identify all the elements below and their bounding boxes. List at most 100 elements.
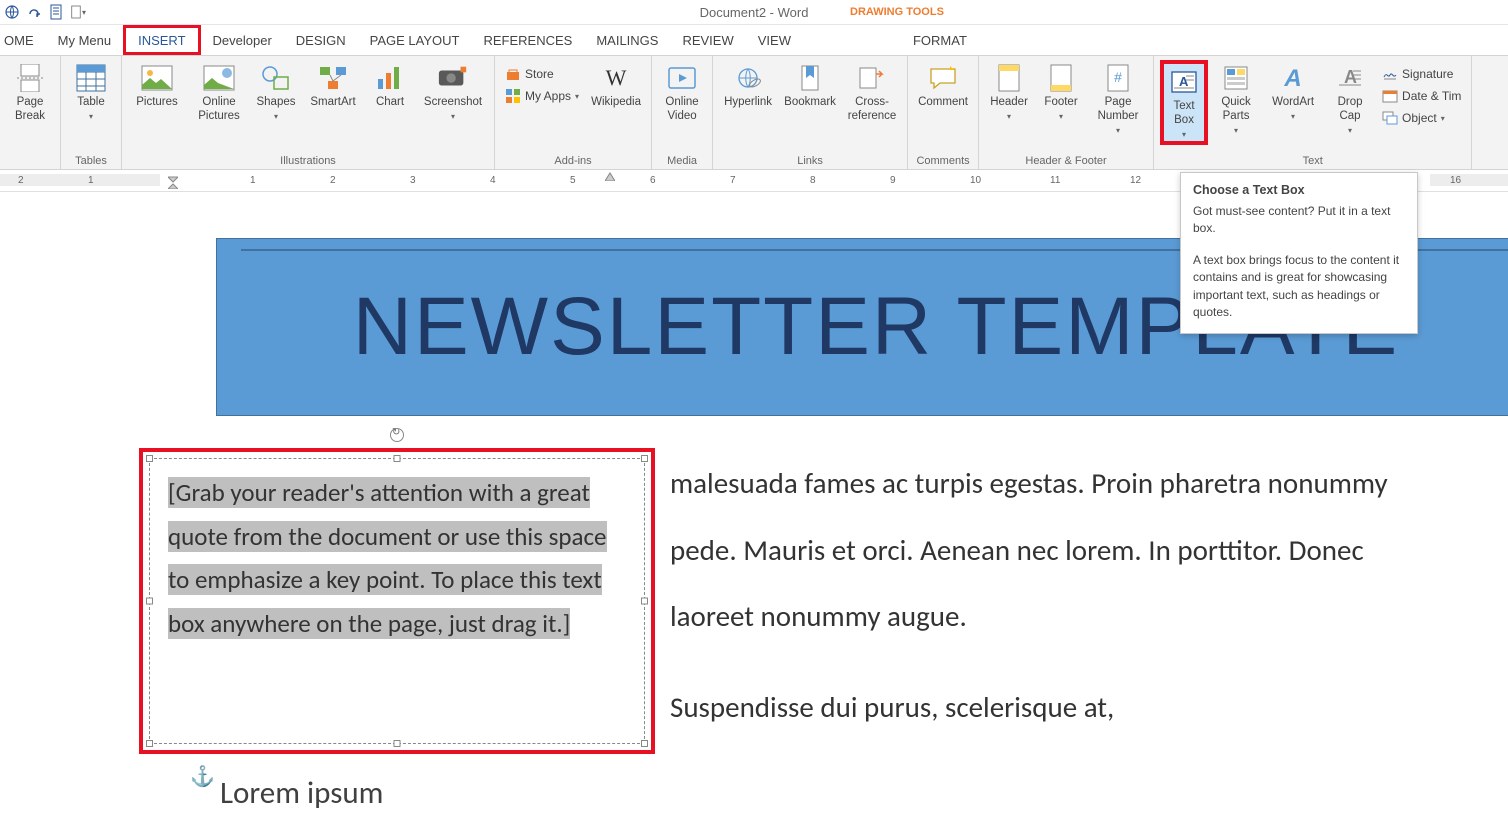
text-box-icon: A [1168, 66, 1200, 98]
screenshot-icon [437, 62, 469, 94]
page-number-icon: # [1102, 62, 1134, 94]
footer-button[interactable]: Footer▾ [1037, 60, 1085, 124]
group-label-illustrations: Illustrations [128, 153, 488, 167]
chart-icon [374, 62, 406, 94]
group-label-addins: Add-ins [501, 153, 645, 167]
indent-marker-first[interactable] [168, 171, 178, 189]
wikipedia-button[interactable]: W Wikipedia [587, 60, 645, 110]
resize-handle-br[interactable] [641, 740, 648, 747]
object-icon [1382, 110, 1398, 126]
page-number-button[interactable]: # Page Number▾ [1089, 60, 1147, 137]
tab-page-layout[interactable]: PAGE LAYOUT [358, 25, 472, 55]
group-label-media: Media [658, 153, 706, 167]
bookmark-button[interactable]: Bookmark [781, 60, 839, 110]
store-icon [505, 66, 521, 82]
group-label-tables-prev [6, 153, 54, 167]
text-box-content[interactable]: [Grab your reader's attention with a gre… [168, 471, 626, 731]
hyperlink-button[interactable]: Hyperlink [719, 60, 777, 110]
screenshot-button[interactable]: Screenshot▾ [418, 60, 488, 124]
crossref-button[interactable]: Cross-reference [843, 60, 901, 124]
tab-home[interactable]: OME [0, 25, 46, 55]
bookmark-icon [794, 62, 826, 94]
resize-handle-tl[interactable] [146, 455, 153, 462]
text-box-selected[interactable]: [Grab your reader's attention with a gre… [139, 448, 655, 754]
online-pictures-icon [203, 62, 235, 94]
smartart-button[interactable]: SmartArt [304, 60, 362, 110]
ribbon: Page Break Table▾ Tables Pictures Online… [0, 55, 1508, 170]
tab-review[interactable]: REVIEW [670, 25, 745, 55]
svg-text:A: A [1344, 67, 1357, 87]
page-break-icon [14, 62, 46, 94]
drop-cap-button[interactable]: A Drop Cap▾ [1326, 60, 1374, 137]
svg-text:A: A [1283, 65, 1301, 91]
resize-handle-bl[interactable] [146, 740, 153, 747]
page-break-button[interactable]: Page Break [6, 60, 54, 124]
svg-text:W: W [606, 67, 627, 89]
anchor-icon: ⚓ [190, 764, 215, 789]
wordart-icon: A [1277, 62, 1309, 94]
datetime-button[interactable]: Date & Tim [1378, 86, 1465, 106]
tab-mailings[interactable]: MAILINGS [584, 25, 670, 55]
resize-handle-tm[interactable] [394, 455, 401, 462]
video-icon [666, 62, 698, 94]
myapps-icon [505, 88, 521, 104]
redo-icon[interactable] [26, 4, 42, 20]
tab-references[interactable]: REFERENCES [471, 25, 584, 55]
resize-handle-bm[interactable] [394, 740, 401, 747]
group-comments: Comment Comments [908, 56, 979, 169]
text-box-border[interactable]: [Grab your reader's attention with a gre… [149, 458, 645, 744]
myapps-button[interactable]: My Apps ▾ [501, 86, 583, 106]
tooltip-title: Choose a Text Box [1193, 183, 1405, 197]
tab-format[interactable]: FORMAT [901, 25, 979, 55]
resize-handle-tr[interactable] [641, 455, 648, 462]
group-addins: Store My Apps ▾ W Wikipedia Add-ins [495, 56, 652, 169]
shapes-icon [260, 62, 292, 94]
group-tables: Table▾ Tables [61, 56, 122, 169]
group-illustrations: Pictures Online Pictures Shapes▾ SmartAr… [122, 56, 495, 169]
pictures-button[interactable]: Pictures [128, 60, 186, 110]
svg-text:#: # [1114, 69, 1122, 85]
indent-marker-right[interactable] [605, 171, 615, 181]
contextual-tab-label: DRAWING TOOLS [850, 6, 944, 18]
pictures-icon [141, 62, 173, 94]
header-button[interactable]: Header▾ [985, 60, 1033, 124]
group-label-hf: Header & Footer [985, 153, 1147, 167]
tab-design[interactable]: DESIGN [284, 25, 358, 55]
tooltip-text-box: Choose a Text Box Got must-see content? … [1180, 172, 1418, 334]
text-box-button[interactable]: A Text Box▾ [1160, 60, 1208, 145]
object-button[interactable]: Object ▾ [1378, 108, 1465, 128]
shapes-button[interactable]: Shapes▾ [252, 60, 300, 124]
tab-mymenu[interactable]: My Menu [46, 25, 123, 55]
group-label-tables: Tables [67, 153, 115, 167]
resize-handle-mr[interactable] [641, 598, 648, 605]
wordart-button[interactable]: A WordArt▾ [1264, 60, 1322, 124]
footer-icon [1045, 62, 1077, 94]
crossref-icon [856, 62, 888, 94]
resize-handle-ml[interactable] [146, 598, 153, 605]
tab-insert[interactable]: INSERT [123, 25, 200, 55]
comment-icon [927, 62, 959, 94]
tab-developer[interactable]: Developer [201, 25, 284, 55]
online-pictures-button[interactable]: Online Pictures [190, 60, 248, 124]
wikipedia-icon: W [600, 62, 632, 94]
store-button[interactable]: Store [501, 64, 583, 84]
document-icon[interactable]: ▾ [70, 4, 86, 20]
online-video-button[interactable]: Online Video [658, 60, 706, 124]
chart-button[interactable]: Chart [366, 60, 414, 110]
quick-parts-button[interactable]: Quick Parts▾ [1212, 60, 1260, 137]
body-text-column[interactable]: malesuada fames ac turpis egestas. Proin… [670, 450, 1430, 765]
tab-view[interactable]: VIEW [746, 25, 803, 55]
rotate-handle[interactable] [390, 428, 404, 442]
signature-button[interactable]: Signature [1378, 64, 1465, 84]
group-label-links: Links [719, 153, 901, 167]
drop-cap-icon: A [1334, 62, 1366, 94]
table-button[interactable]: Table▾ [67, 60, 115, 124]
body-paragraph-1: malesuada fames ac turpis egestas. Proin… [670, 450, 1430, 650]
globe-icon[interactable] [4, 4, 20, 20]
body-heading-lorem[interactable]: Lorem ipsum [220, 774, 383, 812]
body-paragraph-2: Suspendisse dui purus, scelerisque at, [670, 674, 1430, 741]
group-label-text: Text [1160, 153, 1465, 167]
comment-button[interactable]: Comment [914, 60, 972, 110]
document-title: Document2 - Word [700, 5, 809, 20]
page-icon[interactable] [48, 4, 64, 20]
